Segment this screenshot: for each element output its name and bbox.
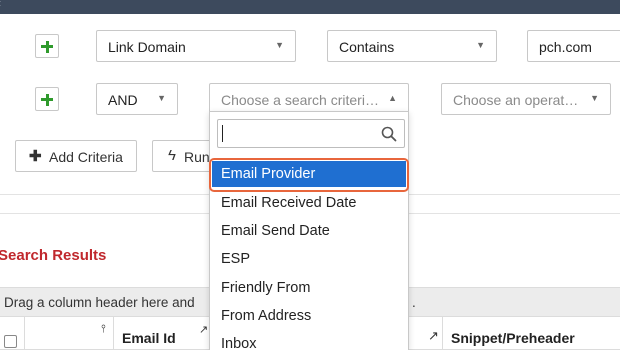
dropdown-option-from-address[interactable]: From Address [211,302,407,330]
criteria-value-input[interactable]: pch.com [527,30,620,62]
caret-down-icon: ▼ [476,40,485,50]
top-bar: ‹ [0,0,620,14]
pin-icon[interactable]: ⫯ [101,323,106,336]
dropdown-option-esp[interactable]: ESP [211,245,407,273]
caret-down-icon: ▼ [157,93,166,103]
add-criteria-button[interactable]: ✚ Add Criteria [15,140,137,172]
plus-icon [41,93,53,106]
dropdown-option-email-send-date[interactable]: Email Send Date [211,217,407,245]
operator-value: Contains [339,39,395,55]
run-label: Run [184,149,210,165]
operator-select-empty[interactable]: Choose an operat… ▼ [441,83,611,115]
option-label: ESP [221,251,251,267]
criteria-field-placeholder: Choose a search criteri… [221,92,379,108]
criteria-field-select[interactable]: Link Domain ▼ [96,30,296,62]
plus-icon: ✚ [29,148,42,165]
criteria-value-text: pch.com [539,39,592,55]
search-results-title: Search Results [0,247,107,264]
caret-down-icon: ▼ [275,40,284,50]
column-divider [113,317,114,350]
option-label: From Address [221,308,312,324]
plus-icon [41,40,53,53]
dropdown-option-email-received-date[interactable]: Email Received Date [211,189,407,217]
text-cursor [222,125,223,142]
option-label: Email Send Date [221,223,330,239]
group-hint-text: Drag a column header here and [4,295,195,310]
option-label: Inbox [221,336,257,350]
dropdown-search-input[interactable] [217,119,405,148]
pin-icon[interactable]: ↗ [199,323,208,336]
group-hint-tail: . [412,295,416,310]
select-all-checkbox[interactable] [4,335,17,348]
column-header-snippet-preheader[interactable]: Snippet/Preheader [451,330,575,346]
dropdown-option-inbox[interactable]: Inbox [211,330,407,350]
option-label: Friendly From [221,280,311,296]
column-header-email-id[interactable]: Email Id [122,330,176,346]
add-criteria-label: Add Criteria [49,149,123,165]
criteria-field-value: Link Domain [108,39,186,55]
operator-select[interactable]: Contains ▼ [327,30,497,62]
pin-icon[interactable]: ↗ [428,328,439,344]
dropdown-option-friendly-from[interactable]: Friendly From [211,274,407,302]
caret-up-icon: ▲ [388,93,397,103]
back-arrow-icon[interactable]: ‹ [0,0,1,10]
search-icon [381,126,397,142]
criteria-dropdown-panel: Email Provider Email Received Date Email… [209,111,409,350]
column-divider [442,317,443,350]
column-divider [24,317,25,350]
bolt-icon: ϟ [168,147,176,164]
logic-value: AND [108,92,138,108]
option-label: Email Received Date [221,195,357,211]
add-row-button[interactable] [35,87,59,111]
operator-placeholder: Choose an operat… [453,92,579,108]
caret-down-icon: ▼ [590,93,599,103]
logic-select[interactable]: AND ▼ [96,83,178,115]
add-row-button[interactable] [35,34,59,58]
highlight-ring [209,158,409,192]
